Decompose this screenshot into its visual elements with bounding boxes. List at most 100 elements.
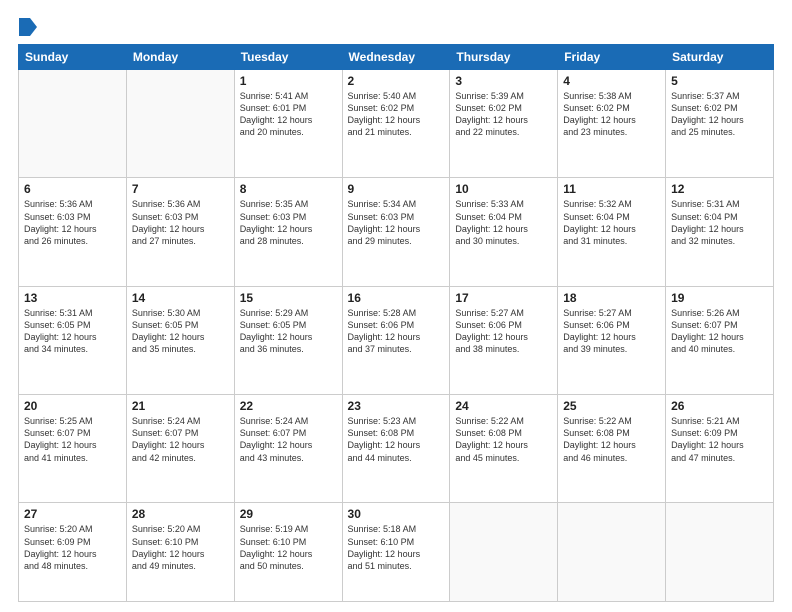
day-info: Sunrise: 5:35 AM Sunset: 6:03 PM Dayligh… [240, 198, 337, 247]
day-number: 20 [24, 399, 121, 413]
calendar-header-row: SundayMondayTuesdayWednesdayThursdayFrid… [19, 45, 774, 70]
calendar-cell: 25Sunrise: 5:22 AM Sunset: 6:08 PM Dayli… [558, 395, 666, 503]
day-info: Sunrise: 5:24 AM Sunset: 6:07 PM Dayligh… [132, 415, 229, 464]
day-number: 5 [671, 74, 768, 88]
day-info: Sunrise: 5:27 AM Sunset: 6:06 PM Dayligh… [455, 307, 552, 356]
day-number: 6 [24, 182, 121, 196]
calendar-cell [19, 70, 127, 178]
calendar-cell: 29 Sunrise: 5:19 AM Sunset: 6:10 PM Dayli… [234, 503, 342, 602]
day-info: Sunrise: 5:31 AM Sunset: 6:04 PM Dayligh… [671, 198, 768, 247]
calendar-cell: 13Sunrise: 5:31 AM Sunset: 6:05 PM Dayli… [19, 286, 127, 394]
day-info: Sunrise: 5:36 AM Sunset: 6:03 PM Dayligh… [24, 198, 121, 247]
day-info: Sunrise: 5:29 AM Sunset: 6:05 PM Dayligh… [240, 307, 337, 356]
day-number: 17 [455, 291, 552, 305]
day-info: Sunrise: 5:41 AM Sunset: 6:01 PM Dayligh… [240, 90, 337, 139]
day-info: Sunrise: 5:36 AM Sunset: 6:03 PM Dayligh… [132, 198, 229, 247]
calendar-col-header: Sunday [19, 45, 127, 70]
calendar-cell: 24 Sunrise: 5:22 AM Sunset: 6:08 PM Dayli… [450, 395, 558, 503]
calendar-cell: 17 Sunrise: 5:27 AM Sunset: 6:06 PM Dayli… [450, 286, 558, 394]
calendar-col-header: Thursday [450, 45, 558, 70]
calendar-cell: 20 Sunrise: 5:25 AM Sunset: 6:07 PM Dayli… [19, 395, 127, 503]
day-info: Sunrise: 5:19 AM Sunset: 6:10 PM Dayligh… [240, 523, 337, 572]
day-info: Sunrise: 5:40 AM Sunset: 6:02 PM Dayligh… [348, 90, 445, 139]
calendar-week-row: 13Sunrise: 5:31 AM Sunset: 6:05 PM Dayli… [19, 286, 774, 394]
day-info: Sunrise: 5:20 AM Sunset: 6:09 PM Dayligh… [24, 523, 121, 572]
day-number: 7 [132, 182, 229, 196]
day-number: 3 [455, 74, 552, 88]
calendar-cell: 4 Sunrise: 5:38 AM Sunset: 6:02 PM Daylig… [558, 70, 666, 178]
calendar-cell: 27 Sunrise: 5:20 AM Sunset: 6:09 PM Dayli… [19, 503, 127, 602]
calendar-cell: 22 Sunrise: 5:24 AM Sunset: 6:07 PM Dayli… [234, 395, 342, 503]
calendar-cell: 8 Sunrise: 5:35 AM Sunset: 6:03 PM Daylig… [234, 178, 342, 286]
day-number: 28 [132, 507, 229, 521]
calendar-cell: 7 Sunrise: 5:36 AM Sunset: 6:03 PM Daylig… [126, 178, 234, 286]
calendar-week-row: 1Sunrise: 5:41 AM Sunset: 6:01 PM Daylig… [19, 70, 774, 178]
calendar-cell: 11 Sunrise: 5:32 AM Sunset: 6:04 PM Dayli… [558, 178, 666, 286]
calendar-cell: 1Sunrise: 5:41 AM Sunset: 6:01 PM Daylig… [234, 70, 342, 178]
day-number: 13 [24, 291, 121, 305]
day-number: 16 [348, 291, 445, 305]
calendar-cell: 5 Sunrise: 5:37 AM Sunset: 6:02 PM Daylig… [666, 70, 774, 178]
day-number: 8 [240, 182, 337, 196]
day-number: 24 [455, 399, 552, 413]
day-info: Sunrise: 5:34 AM Sunset: 6:03 PM Dayligh… [348, 198, 445, 247]
calendar-cell [450, 503, 558, 602]
day-info: Sunrise: 5:21 AM Sunset: 6:09 PM Dayligh… [671, 415, 768, 464]
calendar-cell: 28 Sunrise: 5:20 AM Sunset: 6:10 PM Dayli… [126, 503, 234, 602]
day-number: 18 [563, 291, 660, 305]
day-info: Sunrise: 5:37 AM Sunset: 6:02 PM Dayligh… [671, 90, 768, 139]
calendar-week-row: 27 Sunrise: 5:20 AM Sunset: 6:09 PM Dayli… [19, 503, 774, 602]
calendar-cell: 12 Sunrise: 5:31 AM Sunset: 6:04 PM Dayli… [666, 178, 774, 286]
day-number: 22 [240, 399, 337, 413]
calendar-cell: 9Sunrise: 5:34 AM Sunset: 6:03 PM Daylig… [342, 178, 450, 286]
day-info: Sunrise: 5:22 AM Sunset: 6:08 PM Dayligh… [563, 415, 660, 464]
calendar-col-header: Friday [558, 45, 666, 70]
calendar-table: SundayMondayTuesdayWednesdayThursdayFrid… [18, 44, 774, 602]
day-number: 30 [348, 507, 445, 521]
day-info: Sunrise: 5:38 AM Sunset: 6:02 PM Dayligh… [563, 90, 660, 139]
day-info: Sunrise: 5:20 AM Sunset: 6:10 PM Dayligh… [132, 523, 229, 572]
calendar-cell: 2 Sunrise: 5:40 AM Sunset: 6:02 PM Daylig… [342, 70, 450, 178]
calendar-col-header: Saturday [666, 45, 774, 70]
calendar-col-header: Wednesday [342, 45, 450, 70]
calendar-cell [558, 503, 666, 602]
day-info: Sunrise: 5:18 AM Sunset: 6:10 PM Dayligh… [348, 523, 445, 572]
calendar-cell: 15 Sunrise: 5:29 AM Sunset: 6:05 PM Dayli… [234, 286, 342, 394]
calendar-cell [126, 70, 234, 178]
day-number: 29 [240, 507, 337, 521]
day-info: Sunrise: 5:27 AM Sunset: 6:06 PM Dayligh… [563, 307, 660, 356]
day-number: 27 [24, 507, 121, 521]
day-info: Sunrise: 5:22 AM Sunset: 6:08 PM Dayligh… [455, 415, 552, 464]
logo [18, 18, 38, 34]
calendar-cell: 16 Sunrise: 5:28 AM Sunset: 6:06 PM Dayli… [342, 286, 450, 394]
calendar-cell [666, 503, 774, 602]
day-info: Sunrise: 5:32 AM Sunset: 6:04 PM Dayligh… [563, 198, 660, 247]
day-number: 4 [563, 74, 660, 88]
day-number: 15 [240, 291, 337, 305]
page: SundayMondayTuesdayWednesdayThursdayFrid… [0, 0, 792, 612]
day-info: Sunrise: 5:25 AM Sunset: 6:07 PM Dayligh… [24, 415, 121, 464]
day-info: Sunrise: 5:28 AM Sunset: 6:06 PM Dayligh… [348, 307, 445, 356]
calendar-col-header: Tuesday [234, 45, 342, 70]
calendar-cell: 14 Sunrise: 5:30 AM Sunset: 6:05 PM Dayli… [126, 286, 234, 394]
calendar-col-header: Monday [126, 45, 234, 70]
day-info: Sunrise: 5:26 AM Sunset: 6:07 PM Dayligh… [671, 307, 768, 356]
day-number: 2 [348, 74, 445, 88]
calendar-cell: 18 Sunrise: 5:27 AM Sunset: 6:06 PM Dayli… [558, 286, 666, 394]
header [18, 18, 774, 34]
calendar-cell: 10Sunrise: 5:33 AM Sunset: 6:04 PM Dayli… [450, 178, 558, 286]
day-number: 11 [563, 182, 660, 196]
day-number: 10 [455, 182, 552, 196]
day-number: 12 [671, 182, 768, 196]
day-number: 26 [671, 399, 768, 413]
calendar-cell: 19 Sunrise: 5:26 AM Sunset: 6:07 PM Dayli… [666, 286, 774, 394]
calendar-cell: 6 Sunrise: 5:36 AM Sunset: 6:03 PM Daylig… [19, 178, 127, 286]
day-info: Sunrise: 5:23 AM Sunset: 6:08 PM Dayligh… [348, 415, 445, 464]
calendar-week-row: 6 Sunrise: 5:36 AM Sunset: 6:03 PM Daylig… [19, 178, 774, 286]
day-info: Sunrise: 5:39 AM Sunset: 6:02 PM Dayligh… [455, 90, 552, 139]
day-number: 19 [671, 291, 768, 305]
day-number: 14 [132, 291, 229, 305]
day-info: Sunrise: 5:30 AM Sunset: 6:05 PM Dayligh… [132, 307, 229, 356]
logo-icon [19, 18, 37, 36]
day-info: Sunrise: 5:24 AM Sunset: 6:07 PM Dayligh… [240, 415, 337, 464]
